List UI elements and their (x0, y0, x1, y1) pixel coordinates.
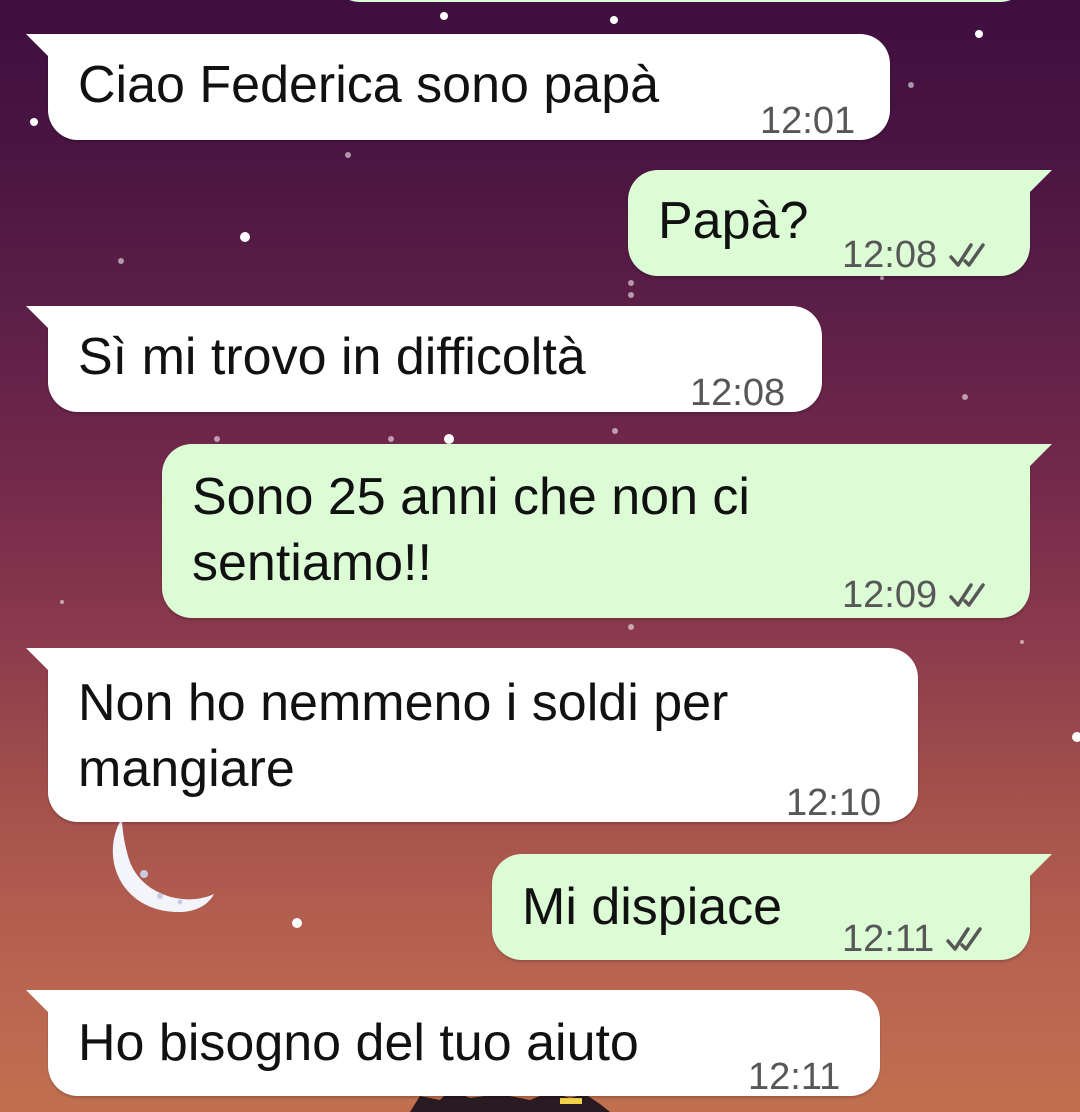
star-dot (628, 624, 634, 630)
message-bubble-incoming[interactable]: Ho bisogno del tuo aiuto 12:11 (26, 990, 880, 1098)
star-dot (1020, 640, 1024, 644)
message-time: 12:09 (842, 574, 938, 616)
message-meta: 12:09 (842, 562, 993, 628)
star-dot (240, 232, 250, 242)
star-dot (628, 280, 634, 286)
message-time: 12:11 (842, 918, 935, 960)
message-time: 12:10 (786, 782, 882, 824)
message-time: 12:08 (842, 234, 938, 276)
message-bubble-incoming[interactable]: Non ho nemmeno i soldi per mangiare 12:1… (26, 648, 918, 824)
star-dot (345, 152, 351, 158)
crescent-moon-icon (112, 818, 214, 913)
message-meta: 12:08 (842, 222, 993, 288)
star-dot (292, 918, 302, 928)
bubble-tail (26, 648, 52, 674)
message-text: Mi dispiace (522, 878, 783, 936)
message-meta: 12:11 (842, 906, 990, 972)
star-dot (388, 436, 394, 442)
double-check-icon (946, 927, 983, 951)
star-dot (975, 30, 983, 38)
message-text-line: Sono 25 anni che non ci (192, 468, 750, 526)
double-check-icon (949, 243, 985, 267)
star-dot (30, 118, 38, 126)
message-time: 12:11 (748, 1056, 841, 1098)
star-dot (1072, 732, 1080, 742)
star-dot (444, 434, 454, 444)
message-bubble-incoming[interactable]: Ciao Federica sono papà 12:01 (26, 34, 890, 142)
star-dot (908, 82, 914, 88)
message-time: 12:01 (760, 100, 856, 142)
message-text-line: sentiamo!! (192, 534, 432, 592)
bubble-tail (26, 306, 52, 332)
message-text: Papà? (658, 192, 809, 250)
previous-message-bubble-edge (330, 0, 1030, 2)
star-dot (628, 292, 634, 298)
message-text-line: mangiare (78, 740, 295, 798)
bubble-tail (1026, 854, 1052, 880)
message-bubble-outgoing[interactable]: Mi dispiace 12:11 (492, 854, 1052, 960)
bubble-tail (26, 990, 52, 1016)
message-text: Sì mi trovo in difficoltà (78, 328, 586, 386)
star-dot (610, 16, 618, 24)
message-bubble-incoming[interactable]: Sì mi trovo in difficoltà 12:08 (26, 306, 822, 414)
star-dot (214, 436, 220, 442)
message-bubble-outgoing[interactable]: Sono 25 anni che non ci sentiamo!! 12:09 (162, 444, 1052, 618)
star-dot (60, 600, 64, 604)
message-text: Ciao Federica sono papà (78, 56, 660, 114)
message-bubble-outgoing[interactable]: Papà? 12:08 (628, 170, 1052, 276)
bubble-tail (1026, 444, 1052, 470)
bubble-tail (26, 34, 52, 60)
message-text: Ho bisogno del tuo aiuto (78, 1014, 639, 1072)
double-check-icon (949, 583, 985, 607)
message-text-line: Non ho nemmeno i soldi per (78, 674, 729, 732)
star-dot (962, 394, 968, 400)
star-dot (440, 12, 448, 20)
bubble-tail (1026, 170, 1052, 196)
star-dot (612, 428, 618, 434)
star-dot (118, 258, 124, 264)
message-time: 12:08 (690, 372, 786, 414)
